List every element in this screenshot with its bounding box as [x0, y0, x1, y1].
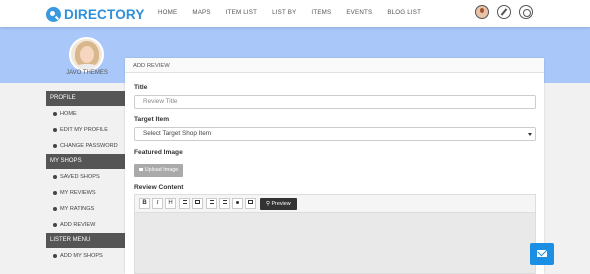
italic-button[interactable]: I: [152, 198, 163, 209]
image-icon[interactable]: [192, 198, 203, 209]
nav-item-events[interactable]: EVENTS: [346, 9, 372, 16]
heading-button[interactable]: H: [165, 198, 176, 209]
home-icon: [53, 112, 57, 116]
sidebar-section-lister-menu: LISTER MENU: [46, 233, 125, 248]
target-item-label: Target Item: [134, 116, 170, 123]
saved-icon: [53, 175, 57, 179]
profile-avatar: [69, 37, 104, 72]
nav-item-home[interactable]: HOME: [158, 9, 177, 16]
pencil-icon: [53, 223, 57, 227]
sidebar-item-label: ADD MY SHOPS: [60, 253, 103, 259]
top-header: DIRECTORY HOME MAPS ITEM LIST LIST BY IT…: [0, 0, 590, 27]
upload-label: Upload Image: [144, 167, 179, 173]
bullet-list-icon[interactable]: [206, 198, 217, 209]
bold-button[interactable]: B: [139, 198, 150, 209]
review-content-label: Review Content: [134, 184, 184, 191]
sidebar-item-label: ADD REVIEW: [60, 222, 96, 228]
title-label: Title: [134, 84, 148, 91]
target-item-select[interactable]: Select Target Shop Item: [134, 127, 536, 141]
featured-image-label: Featured Image: [134, 149, 183, 156]
sidebar-item-change-password[interactable]: CHANGE PASSWORD: [46, 138, 125, 154]
logo-icon: [46, 6, 61, 22]
add-review-panel: ADD REVIEW Title Review Title Target Ite…: [125, 58, 544, 274]
sidebar-item-home[interactable]: HOME: [46, 106, 125, 122]
compass-icon[interactable]: [497, 5, 511, 19]
logo[interactable]: DIRECTORY: [46, 5, 145, 23]
sidebar-section-profile: PROFILE: [46, 91, 125, 106]
sidebar-item-label: EDIT MY PROFILE: [60, 127, 108, 133]
editor-toolbar: B I H ⚲ Preview: [135, 195, 535, 213]
preview-button[interactable]: ⚲ Preview: [260, 197, 297, 210]
rating-icon: [53, 207, 57, 211]
preview-label: Preview: [271, 200, 291, 207]
pencil-icon: [53, 254, 57, 258]
sidebar-item-my-ratings[interactable]: MY RATINGS: [46, 201, 125, 217]
mail-icon[interactable]: [530, 243, 554, 265]
sidebar-item-edit-profile[interactable]: EDIT MY PROFILE: [46, 122, 125, 138]
header-actions: [475, 5, 541, 19]
review-icon: [53, 191, 57, 195]
profile-name: JAVO THEMES: [66, 70, 108, 76]
bullet-icon[interactable]: [232, 198, 243, 209]
link-icon[interactable]: [179, 198, 190, 209]
nav-item-maps[interactable]: MAPS: [192, 9, 210, 16]
nav-item-item-list[interactable]: ITEM LIST: [226, 9, 257, 16]
sidebar-item-label: CHANGE PASSWORD: [60, 143, 118, 149]
sidebar-item-add-my-shops[interactable]: ADD MY SHOPS: [46, 248, 125, 264]
panel-title: ADD REVIEW: [125, 58, 544, 73]
sidebar-item-label: MY REVIEWS: [60, 190, 96, 196]
review-title-input[interactable]: Review Title: [134, 95, 536, 109]
sidebar-item-label: HOME: [60, 111, 77, 117]
user-avatar-icon[interactable]: [475, 5, 489, 19]
nav-item-blog-list[interactable]: BLOG LIST: [387, 9, 421, 16]
comment-icon[interactable]: [245, 198, 256, 209]
sidebar-section-my-shops: MY SHOPS: [46, 154, 125, 169]
lock-icon: [53, 144, 57, 148]
numbered-list-icon[interactable]: [219, 198, 230, 209]
sidebar-item-label: SAVED SHOPS: [60, 174, 100, 180]
nav-item-items[interactable]: ITEMS: [311, 9, 331, 16]
image-icon: [138, 168, 143, 172]
power-icon[interactable]: [519, 5, 533, 19]
target-item-value: Select Target Shop Item: [143, 130, 212, 137]
main-nav: HOME MAPS ITEM LIST LIST BY ITEMS EVENTS…: [158, 9, 436, 16]
sidebar-item-label: MY RATINGS: [60, 206, 95, 212]
sidebar-item-my-reviews[interactable]: MY REVIEWS: [46, 185, 125, 201]
sidebar-item-saved-shops[interactable]: SAVED SHOPS: [46, 169, 125, 185]
logo-text: DIRECTORY: [64, 6, 145, 22]
chevron-down-icon: [528, 133, 532, 136]
sidebar: PROFILE HOME EDIT MY PROFILE CHANGE PASS…: [46, 91, 125, 264]
nav-item-list-by[interactable]: LIST BY: [272, 9, 296, 16]
review-content-editor[interactable]: B I H ⚲ Preview: [134, 194, 536, 274]
edit-icon: [53, 128, 57, 132]
sidebar-item-add-review[interactable]: ADD REVIEW: [46, 217, 125, 233]
upload-image-button[interactable]: Upload Image: [134, 164, 183, 177]
